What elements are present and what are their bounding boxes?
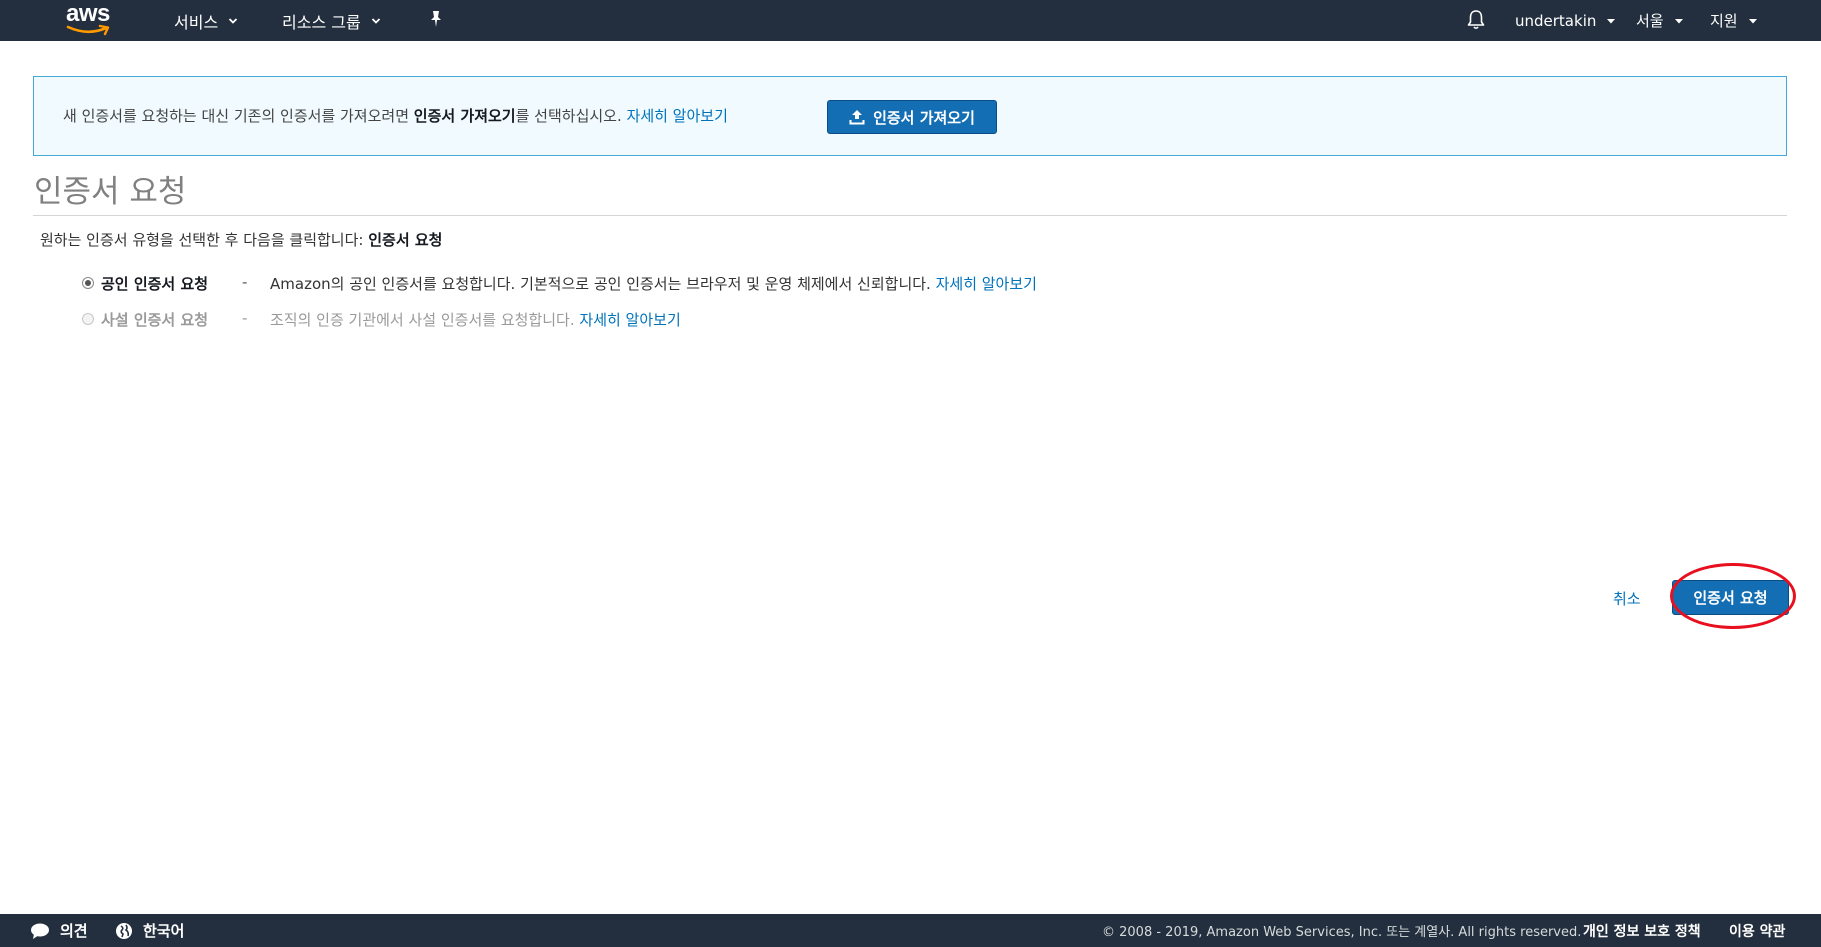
aws-logo-text: aws bbox=[66, 0, 110, 27]
feedback-link[interactable]: 의견 bbox=[30, 914, 88, 947]
banner-message: 새 인증서를 요청하는 대신 기존의 인증서를 가져오려면 인증서 가져오기를 … bbox=[63, 105, 728, 126]
support-menu[interactable]: 지원 bbox=[1710, 0, 1758, 41]
bell-icon[interactable] bbox=[1466, 9, 1486, 31]
option-public-certificate[interactable]: 공인 인증서 요청 - Amazon의 공인 인증서를 요청합니다. 기본적으로… bbox=[82, 273, 1182, 295]
account-name: undertakin bbox=[1515, 11, 1597, 30]
option-private-label: 사설 인증서 요청 bbox=[101, 311, 209, 329]
option-public-learn-more-link[interactable]: 자세히 알아보기 bbox=[936, 275, 1037, 293]
option-private-certificate: 사설 인증서 요청 - 조직의 인증 기관에서 사설 인증서를 요청합니다. 자… bbox=[82, 309, 982, 331]
support-label: 지원 bbox=[1710, 12, 1738, 30]
option-private-dash: - bbox=[242, 309, 248, 327]
option-private-learn-more-link[interactable]: 자세히 알아보기 bbox=[579, 311, 680, 329]
page-title: 인증서 요청 bbox=[34, 174, 187, 210]
footer: 의견 한국어 © 2008 - 2019, Amazon Web Service… bbox=[0, 914, 1821, 947]
option-public-description-text: Amazon의 공인 인증서를 요청합니다. 기본적으로 공인 인증서는 브라우… bbox=[270, 275, 936, 293]
request-certificate-label: 인증서 요청 bbox=[1693, 589, 1768, 607]
radio-private-certificate bbox=[82, 313, 94, 325]
chevron-down-icon bbox=[371, 17, 380, 24]
region-menu[interactable]: 서울 bbox=[1636, 0, 1684, 41]
request-certificate-button[interactable]: 인증서 요청 bbox=[1672, 580, 1789, 615]
speech-bubble-icon bbox=[31, 923, 49, 939]
top-navigation: aws 서비스 리소스 그룹 undertakin 서울 지원 bbox=[0, 0, 1821, 41]
language-selector[interactable]: 한국어 bbox=[115, 914, 184, 947]
globe-icon bbox=[116, 922, 132, 939]
aws-logo[interactable]: aws bbox=[66, 2, 114, 36]
import-info-banner: 새 인증서를 요청하는 대신 기존의 인증서를 가져오려면 인증서 가져오기를 … bbox=[33, 76, 1787, 156]
banner-text-after: 를 선택하십시오. bbox=[515, 107, 627, 125]
import-certificate-button[interactable]: 인증서 가져오기 bbox=[827, 100, 997, 134]
terms-of-use-link[interactable]: 이용 약관 bbox=[1729, 914, 1785, 947]
region-name: 서울 bbox=[1636, 12, 1664, 30]
language-label: 한국어 bbox=[143, 922, 185, 940]
feedback-label: 의견 bbox=[60, 922, 88, 940]
instruction-text: 원하는 인증서 유형을 선택한 후 다음을 클릭합니다: 인증서 요청 bbox=[40, 229, 442, 250]
nav-services-menu[interactable]: 서비스 bbox=[174, 0, 238, 41]
caret-down-icon bbox=[1607, 18, 1616, 23]
import-certificate-label: 인증서 가져오기 bbox=[873, 108, 975, 127]
instruction-plain: 원하는 인증서 유형을 선택한 후 다음을 클릭합니다: bbox=[40, 231, 369, 249]
title-divider bbox=[33, 215, 1787, 216]
pin-icon[interactable] bbox=[427, 9, 445, 29]
chevron-down-icon bbox=[229, 17, 238, 24]
privacy-policy-link[interactable]: 개인 정보 보호 정책 bbox=[1583, 914, 1701, 947]
caret-down-icon bbox=[1674, 18, 1683, 23]
option-private-description-text: 조직의 인증 기관에서 사설 인증서를 요청합니다. bbox=[270, 311, 580, 329]
banner-text-before: 새 인증서를 요청하는 대신 기존의 인증서를 가져오려면 bbox=[63, 107, 414, 125]
option-private-description: 조직의 인증 기관에서 사설 인증서를 요청합니다. 자세히 알아보기 bbox=[270, 309, 681, 330]
account-menu[interactable]: undertakin bbox=[1515, 0, 1616, 41]
option-public-description: Amazon의 공인 인증서를 요청합니다. 기본적으로 공인 인증서는 브라우… bbox=[270, 273, 1037, 294]
nav-resource-groups-menu[interactable]: 리소스 그룹 bbox=[282, 0, 381, 41]
option-public-label[interactable]: 공인 인증서 요청 bbox=[101, 273, 208, 294]
smile-arrow-icon bbox=[66, 24, 110, 36]
nav-services-label: 서비스 bbox=[174, 12, 219, 32]
upload-icon bbox=[849, 110, 865, 125]
option-public-dash: - bbox=[242, 273, 248, 291]
nav-resource-groups-label: 리소스 그룹 bbox=[282, 12, 361, 32]
copyright-text: © 2008 - 2019, Amazon Web Services, Inc.… bbox=[1102, 925, 1582, 940]
banner-text-bold: 인증서 가져오기 bbox=[413, 107, 516, 125]
caret-down-icon bbox=[1748, 18, 1757, 23]
cancel-link[interactable]: 취소 bbox=[1613, 588, 1641, 609]
instruction-bold: 인증서 요청 bbox=[368, 231, 443, 249]
banner-learn-more-link[interactable]: 자세히 알아보기 bbox=[627, 107, 728, 125]
radio-public-certificate[interactable] bbox=[82, 277, 94, 289]
